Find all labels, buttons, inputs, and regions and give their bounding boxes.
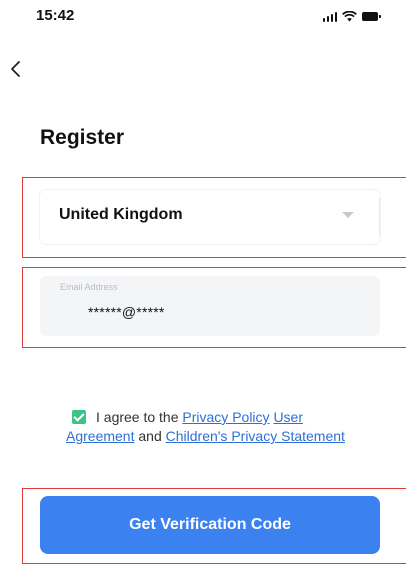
agree-prefix: I agree to the: [96, 409, 179, 425]
and-text: and: [138, 428, 162, 444]
agree-checkbox[interactable]: [72, 410, 86, 424]
caret-down-icon: [342, 212, 354, 218]
country-select[interactable]: United Kingdom: [40, 190, 380, 244]
status-time: 15:42: [36, 7, 75, 24]
childrens-privacy-link[interactable]: Children's Privacy Statement: [166, 428, 345, 444]
page-title: Register: [40, 126, 125, 149]
email-label: Email Address: [60, 282, 118, 292]
battery-icon: [362, 12, 381, 21]
signal-icon: [322, 11, 337, 22]
wifi-icon: [342, 11, 357, 22]
divider: [379, 198, 380, 236]
status-icons: [322, 11, 381, 22]
status-bar: 15:42: [0, 0, 406, 34]
privacy-policy-link[interactable]: Privacy Policy: [182, 409, 269, 425]
agreement-text: I agree to the Privacy Policy User Agree…: [66, 408, 366, 446]
email-value[interactable]: ******@*****: [88, 304, 165, 320]
get-verification-code-button[interactable]: Get Verification Code: [40, 496, 380, 554]
country-value: United Kingdom: [59, 206, 183, 223]
back-button[interactable]: [6, 56, 28, 82]
email-field[interactable]: Email Address ******@*****: [40, 276, 380, 336]
chevron-left-icon: [11, 61, 20, 77]
